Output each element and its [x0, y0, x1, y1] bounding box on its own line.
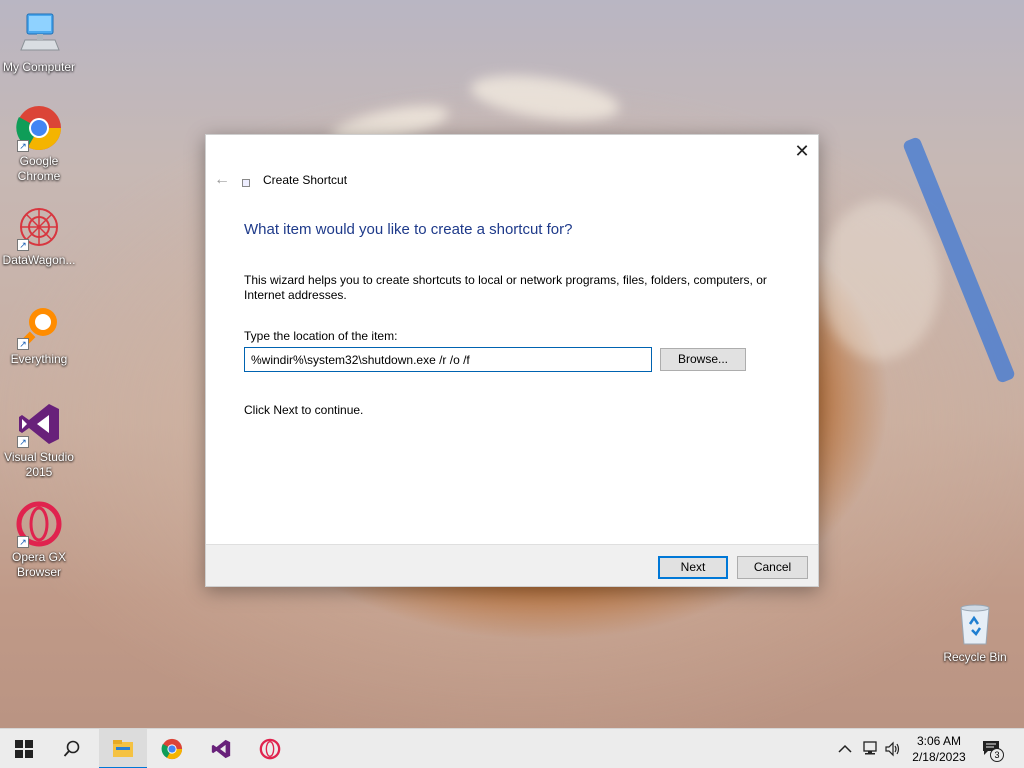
computer-icon — [15, 10, 63, 58]
search-icon — [63, 740, 80, 757]
desktop-icon-my-computer[interactable]: My Computer — [1, 10, 77, 75]
opera-gx-icon: ↗ — [15, 500, 63, 548]
create-shortcut-dialog: ← Create Shortcut ✕ What item would you … — [205, 134, 819, 587]
chevron-up-icon — [838, 744, 852, 753]
tray-overflow[interactable] — [838, 729, 852, 768]
desktop-icon-label: My Computer — [2, 60, 76, 74]
location-label: Type the location of the item: — [244, 329, 398, 343]
desktop-icon-recycle-bin[interactable]: Recycle Bin — [937, 600, 1013, 665]
dialog-title: Create Shortcut — [263, 173, 348, 187]
desktop-icon-label: Everything — [10, 352, 68, 366]
dialog-description: This wizard helps you to create shortcut… — [244, 273, 767, 302]
visual-studio-icon — [211, 739, 231, 759]
clock-date: 2/18/2023 — [912, 750, 966, 764]
close-icon[interactable]: ✕ — [792, 141, 812, 162]
desktop-icon-google-chrome[interactable]: ↗ Google Chrome — [1, 104, 77, 184]
clock-time: 3:06 AM — [916, 734, 962, 748]
recycle-bin-icon — [951, 600, 999, 648]
taskbar-visual-studio[interactable] — [197, 729, 245, 768]
search-button[interactable] — [48, 729, 96, 768]
next-button[interactable]: Next — [658, 556, 728, 579]
taskbar: 3:06 AM 2/18/2023 3 — [0, 728, 1024, 768]
wallpaper-highlight — [467, 67, 623, 129]
dialog-heading: What item would you like to create a sho… — [244, 221, 573, 238]
desktop-icon-everything[interactable]: ↗ Everything — [1, 302, 77, 367]
chrome-icon: ↗ — [15, 104, 63, 152]
desktop-icon-label: Recycle Bin — [943, 650, 1007, 664]
visual-studio-icon: ↗ — [15, 400, 63, 448]
taskbar-file-explorer[interactable] — [99, 729, 147, 768]
chrome-icon — [161, 738, 183, 760]
taskbar-chrome[interactable] — [148, 729, 196, 768]
network-icon — [863, 741, 877, 755]
cancel-button[interactable]: Cancel — [737, 556, 808, 579]
volume-tray-button[interactable] — [885, 729, 901, 768]
start-icon — [15, 740, 33, 758]
browse-button[interactable]: Browse... — [660, 348, 746, 371]
desktop-icon-label: Visual Studio 2015 — [4, 450, 74, 479]
back-arrow-icon[interactable]: ← — [214, 171, 230, 189]
location-input[interactable] — [244, 347, 652, 372]
desktop-icon-label: DataWagon... — [2, 253, 76, 267]
everything-search-icon: ↗ — [15, 302, 63, 350]
desktop-icon-opera-gx[interactable]: ↗ Opera GX Browser — [1, 500, 77, 580]
volume-icon — [885, 741, 900, 757]
continue-hint: Click Next to continue. — [244, 403, 364, 417]
taskbar-clock[interactable]: 3:06 AM 2/18/2023 — [904, 733, 974, 765]
network-tray-button[interactable] — [862, 729, 880, 768]
notification-count-badge: 3 — [990, 748, 1004, 762]
desktop-icon-visual-studio[interactable]: ↗ Visual Studio 2015 — [1, 400, 77, 480]
action-center-button[interactable]: 3 — [982, 729, 1008, 768]
shortcut-icon — [242, 179, 250, 187]
start-button[interactable] — [0, 729, 48, 768]
desktop-icon-label: Opera GX Browser — [11, 550, 67, 579]
taskbar-opera[interactable] — [246, 729, 294, 768]
wallpaper-highlight — [820, 200, 940, 360]
opera-icon — [259, 738, 281, 760]
datawagon-icon: ↗ — [15, 203, 63, 251]
desktop-icon-datawagon[interactable]: ↗ DataWagon... — [1, 203, 77, 268]
desktop-icon-label: Google Chrome — [17, 154, 61, 183]
file-explorer-icon — [113, 740, 133, 757]
